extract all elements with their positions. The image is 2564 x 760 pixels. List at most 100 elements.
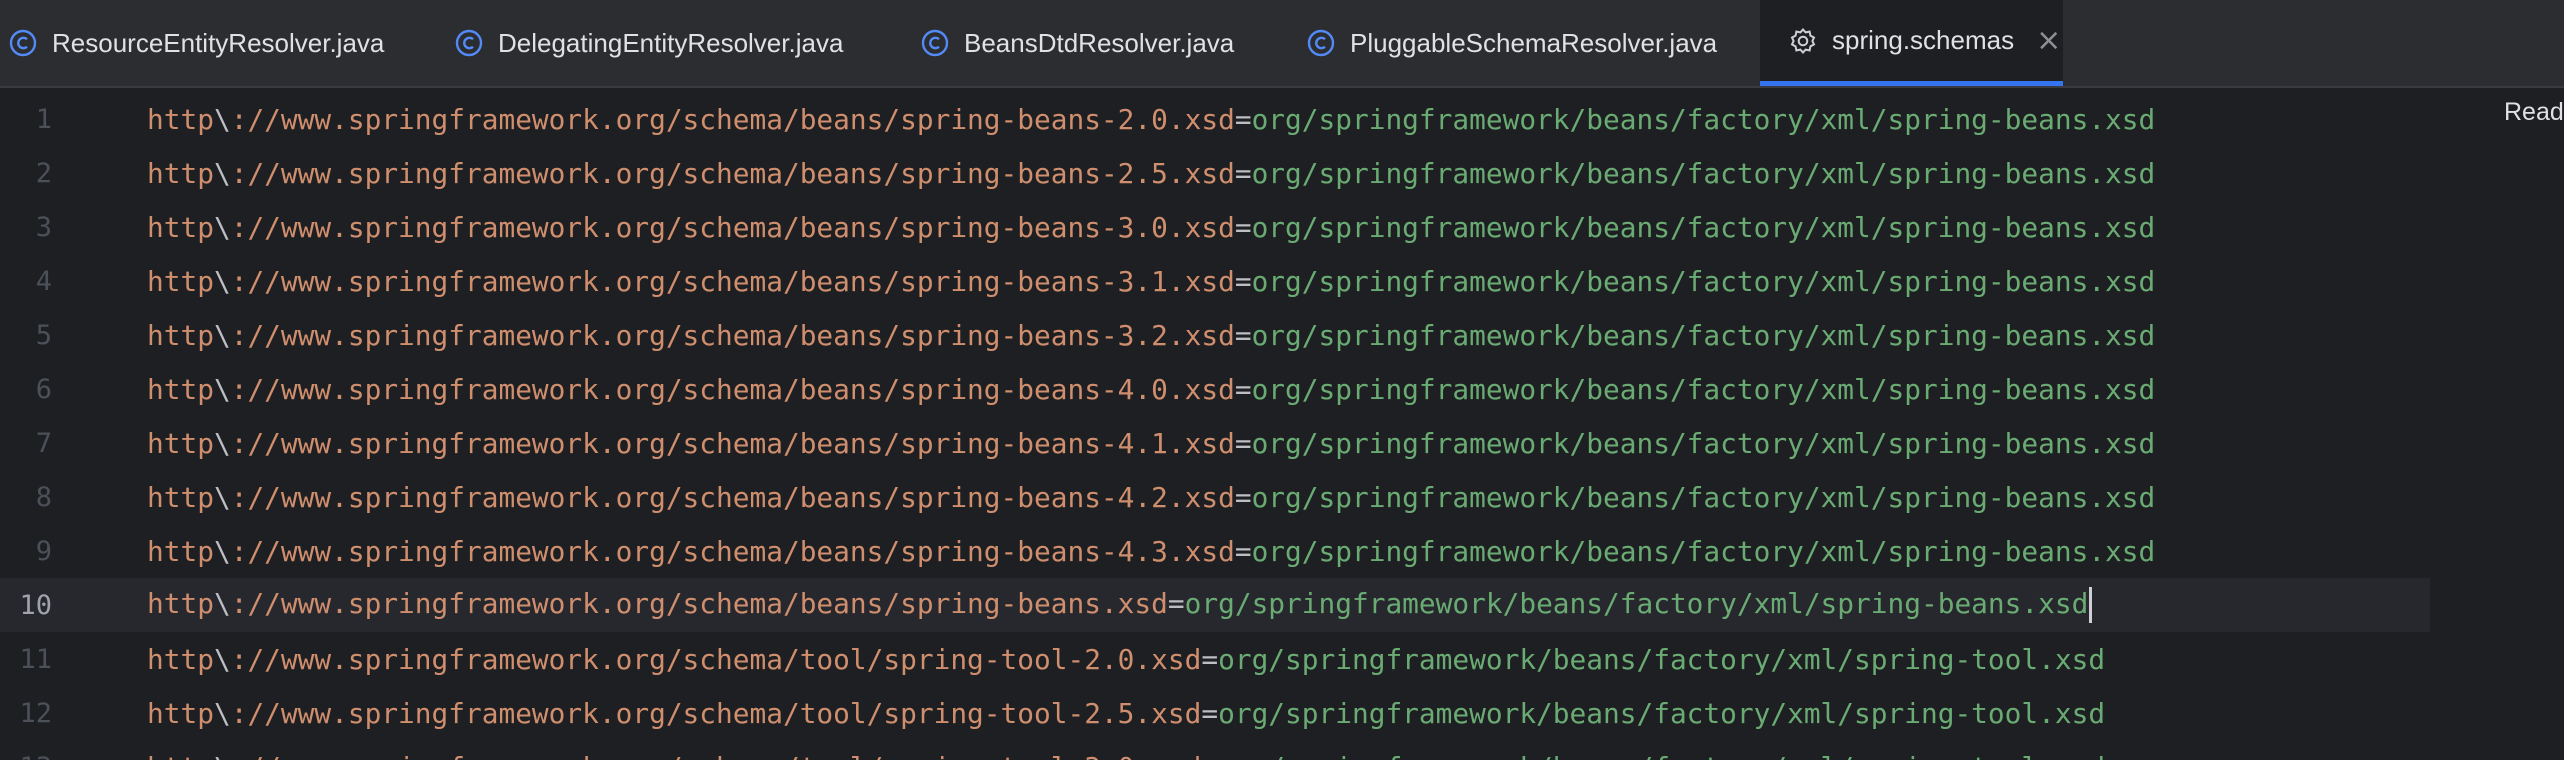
property-value: org/springframework/beans/factory/xml/sp… [1251, 102, 2156, 136]
code-line: 6 http\://www.springframework.org/schema… [0, 362, 2564, 416]
code-line: 8 http\://www.springframework.org/schema… [0, 470, 2564, 524]
equals-sign: = [1167, 587, 1185, 620]
escape-char: \ [213, 426, 231, 460]
code-text: http\://www.springframework.org/schema/b… [147, 319, 2155, 352]
code-line: 4 http\://www.springframework.org/schema… [0, 254, 2564, 308]
property-value: org/springframework/beans/factory/xml/sp… [1184, 587, 2089, 620]
property-key: http [147, 102, 214, 136]
property-key: ://www.springframework.org/schema/beans/… [230, 156, 1235, 190]
property-key: ://www.springframework.org/schema/beans/… [230, 372, 1235, 406]
tab-delegating-entity-resolver[interactable]: DelegatingEntityResolver.java [446, 0, 846, 86]
line-number: 6 [35, 373, 52, 405]
property-value: org/springframework/beans/factory/xml/sp… [1251, 372, 2156, 406]
escape-char: \ [213, 480, 231, 514]
escape-char: \ [213, 156, 231, 190]
property-key: http [147, 210, 214, 244]
property-key: http [147, 426, 214, 460]
code-text: http\://www.springframework.org/schema/b… [147, 265, 2155, 298]
property-value: org/springframework/beans/factory/xml/sp… [1218, 751, 2105, 760]
code-text: http\://www.springframework.org/schema/t… [147, 697, 2105, 730]
equals-sign: = [1201, 751, 1218, 760]
escape-char: \ [213, 534, 231, 568]
property-key: http [147, 264, 214, 298]
property-key: ://www.springframework.org/schema/beans/… [230, 534, 1235, 568]
line-number: 8 [35, 481, 52, 513]
equals-sign: = [1234, 102, 1252, 136]
tab-label: ResourceEntityResolver.java [52, 27, 385, 58]
code-line: 1 http\://www.springframework.org/schema… [0, 92, 2564, 146]
code-text: http\://www.springframework.org/schema/t… [147, 643, 2105, 676]
property-key: http [147, 156, 214, 190]
code-line: 12 http\://www.springframework.org/schem… [0, 686, 2564, 740]
current-code-line: 10 http\://www.springframework.org/schem… [0, 578, 2564, 632]
equals-sign: = [1234, 264, 1252, 298]
property-key: ://www.springframework.org/schema/beans/… [230, 210, 1235, 244]
code-text: http\://www.springframework.org/schema/b… [147, 587, 2093, 623]
code-text: http\://www.springframework.org/schema/b… [147, 427, 2155, 460]
code-line: 11 http\://www.springframework.org/schem… [0, 632, 2564, 686]
text-caret [2089, 587, 2093, 623]
property-value: org/springframework/beans/factory/xml/sp… [1251, 264, 2156, 298]
equals-sign: = [1234, 318, 1252, 352]
equals-sign: = [1234, 372, 1252, 406]
line-number: 1 [35, 103, 52, 135]
tab-label: spring.schemas [1832, 25, 2015, 55]
editor-right-margin [2430, 88, 2564, 760]
property-key: http [147, 372, 214, 406]
property-key: http [147, 751, 214, 760]
property-value: org/springframework/beans/factory/xml/sp… [1251, 426, 2156, 460]
line-number: 13 [0, 752, 52, 760]
reader-mode-button[interactable]: Reader Mode [2504, 98, 2564, 127]
equals-sign: = [1234, 480, 1252, 514]
tab-resource-entity-resolver[interactable]: ResourceEntityResolver.java [0, 0, 384, 86]
code-editor[interactable]: 1 http\://www.springframework.org/schema… [0, 88, 2564, 760]
java-class-icon [455, 29, 483, 57]
property-key: http [147, 480, 214, 514]
property-key: ://www.springframework.org/schema/beans/… [230, 426, 1235, 460]
property-key: ://www.springframework.org/schema/beans/… [230, 102, 1235, 136]
tab-beans-dtd-resolver[interactable]: BeansDtdResolver.java [912, 0, 1252, 86]
equals-sign: = [1201, 642, 1219, 676]
property-value: org/springframework/beans/factory/xml/sp… [1251, 318, 2156, 352]
close-tab-icon[interactable]: × [2036, 25, 2061, 56]
java-class-icon [1307, 29, 1335, 57]
property-key: ://www.springframework.org/schema/tool/s… [230, 642, 1202, 676]
property-value: org/springframework/beans/factory/xml/sp… [1251, 210, 2156, 244]
code-text: http\://www.springframework.org/schema/b… [147, 157, 2155, 190]
line-number: 3 [35, 211, 52, 243]
escape-char: \ [213, 210, 231, 244]
property-key: ://www.springframework.org/schema/beans/… [230, 480, 1235, 514]
property-key: ://www.springframework.org/schema/beans/… [230, 318, 1235, 352]
line-number: 4 [35, 265, 52, 297]
gear-icon [1790, 27, 1816, 54]
escape-char: \ [213, 587, 231, 620]
property-value: org/springframework/beans/factory/xml/sp… [1218, 642, 2106, 676]
ide-window: ResourceEntityResolver.java DelegatingEn… [0, 0, 2564, 760]
line-number: 9 [35, 535, 52, 567]
tab-label: DelegatingEntityResolver.java [498, 27, 844, 58]
property-key: ://www.springframework.org/schema/tool/s… [231, 751, 1202, 760]
property-key: http [147, 534, 214, 568]
line-number: 2 [35, 157, 52, 189]
code-line: 9 http\://www.springframework.org/schema… [0, 524, 2564, 578]
equals-sign: = [1234, 210, 1252, 244]
tab-label: PluggableSchemaResolver.java [1350, 27, 1718, 58]
escape-char: \ [213, 372, 231, 406]
equals-sign: = [1234, 426, 1252, 460]
code-text: http\://www.springframework.org/schema/b… [147, 535, 2155, 568]
code-line: 5 http\://www.springframework.org/schema… [0, 308, 2564, 362]
code-text: http\://www.springframework.org/schema/b… [147, 103, 2155, 136]
code-text: http\://www.springframework.org/schema/b… [147, 481, 2155, 514]
property-value: org/springframework/beans/factory/xml/sp… [1251, 480, 2156, 514]
tab-spring-schemas[interactable]: spring.schemas × [1760, 0, 2063, 86]
property-key: http [147, 587, 214, 620]
property-key: ://www.springframework.org/schema/beans/… [230, 587, 1168, 620]
line-number: 5 [35, 319, 52, 351]
equals-sign: = [1201, 696, 1219, 730]
property-value: org/springframework/beans/factory/xml/sp… [1218, 696, 2106, 730]
tab-pluggable-schema-resolver[interactable]: PluggableSchemaResolver.java [1298, 0, 1748, 86]
code-text: http\://www.springframework.org/schema/b… [147, 373, 2155, 406]
equals-sign: = [1234, 156, 1252, 190]
code-line: 13 http\://www.springframework.org/schem… [0, 740, 2564, 760]
tab-label: BeansDtdResolver.java [964, 27, 1235, 58]
